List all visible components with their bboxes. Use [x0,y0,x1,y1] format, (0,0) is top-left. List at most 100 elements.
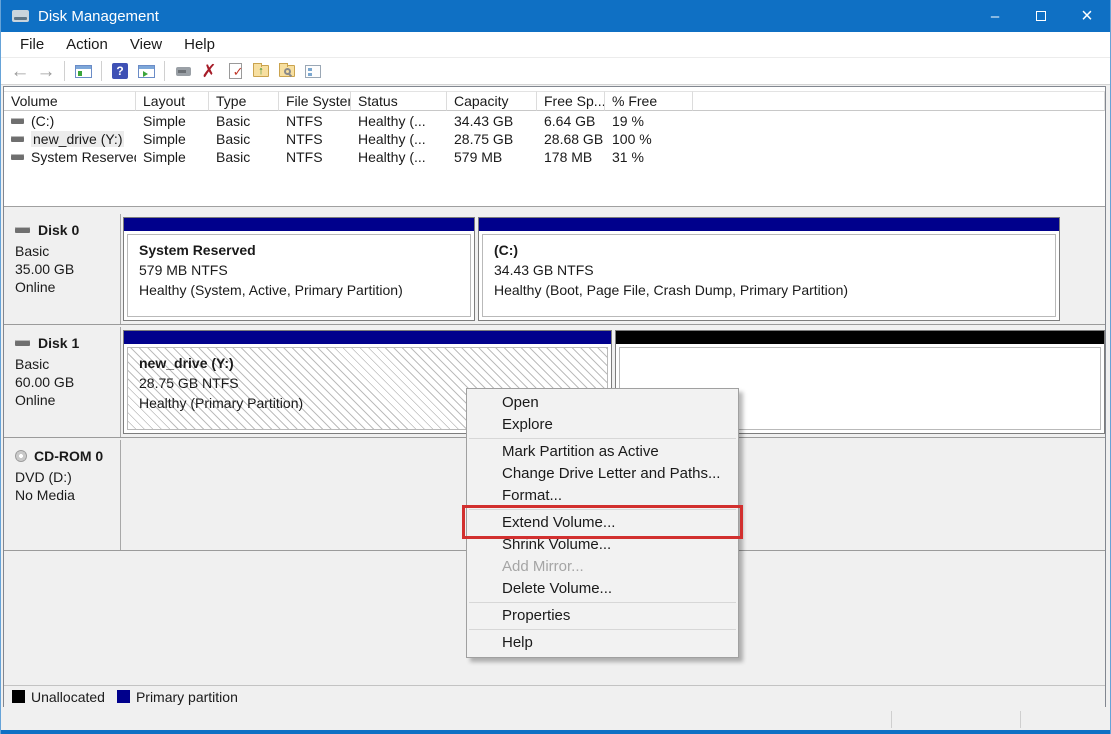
cell-status: Healthy (... [351,149,447,165]
window-title: Disk Management [38,8,159,25]
partition-c[interactable]: (C:) 34.43 GB NTFS Healthy (Boot, Page F… [478,217,1060,321]
status-bar [1,709,1110,730]
disk-drive-icon [15,227,30,233]
disk0-row: Disk 0 Basic 35.00 GB Online System Rese… [4,213,1105,325]
delete-volume-icon[interactable]: ✗ [198,61,220,81]
cell-pct-free: 19 % [605,113,693,129]
partition-size: 579 MB NTFS [139,260,470,280]
device-icon[interactable] [172,61,194,81]
volume-drive-icon [11,154,24,160]
disk-status: Online [15,278,120,296]
disk0-label[interactable]: Disk 0 Basic 35.00 GB Online [5,214,121,324]
properties-list-icon[interactable] [302,61,324,81]
menu-item-properties[interactable]: Properties [467,605,738,627]
cell-status: Healthy (... [351,113,447,129]
back-icon[interactable]: ← [9,61,31,81]
menu-separator [469,602,736,603]
close-icon: × [1081,6,1093,26]
column-header-volume[interactable]: Volume [4,91,136,111]
primary-partition-legend-icon [117,690,130,703]
disk-type: Basic [15,242,120,260]
disk-name: Disk 0 [38,221,79,239]
column-header-free-space[interactable]: Free Sp... [537,91,605,111]
open-folder-icon[interactable]: ↑ [250,61,272,81]
menu-item-mark-partition-active[interactable]: Mark Partition as Active [467,441,738,463]
title-bar: Disk Management – × [1,0,1110,32]
maximize-icon [1036,11,1046,21]
menu-item-add-mirror: Add Mirror... [467,556,738,578]
disk-drive-icon [15,340,30,346]
disk-status: No Media [15,486,120,504]
maximize-button[interactable] [1018,0,1064,32]
column-header-layout[interactable]: Layout [136,91,209,111]
cell-capacity: 34.43 GB [447,113,537,129]
volume-name: (C:) [31,113,54,129]
mark-active-icon[interactable]: ✓ [224,61,246,81]
table-row-new-drive[interactable]: new_drive (Y:) Simple Basic NTFS Healthy… [4,130,1105,148]
disk-name: CD-ROM 0 [34,447,103,465]
action-pane-icon[interactable] [135,61,157,81]
menu-item-format[interactable]: Format... [467,485,738,507]
cdrom-label[interactable]: CD-ROM 0 DVD (D:) No Media [5,440,121,550]
primary-partition-bar [124,331,611,344]
partition-status: Healthy (System, Active, Primary Partiti… [139,280,470,300]
cell-pct-free: 100 % [605,131,693,147]
partition-system-reserved[interactable]: System Reserved 579 MB NTFS Healthy (Sys… [123,217,475,321]
toolbar-separator [64,61,65,81]
column-header-status[interactable]: Status [351,91,447,111]
menu-view[interactable]: View [119,34,173,55]
menu-action[interactable]: Action [55,34,119,55]
disk-management-window: Disk Management – × File Action View Hel… [0,0,1111,734]
table-row-system-reserved[interactable]: System Reserved Simple Basic NTFS Health… [4,148,1105,166]
cell-capacity: 28.75 GB [447,131,537,147]
unallocated-bar [616,331,1104,344]
volume-drive-icon [11,118,24,124]
column-header-capacity[interactable]: Capacity [447,91,537,111]
close-button[interactable]: × [1064,0,1110,32]
menu-item-delete-volume[interactable]: Delete Volume... [467,578,738,600]
cell-free: 178 MB [537,149,605,165]
menu-file[interactable]: File [9,34,55,55]
extend-volume-highlight-box [462,505,743,539]
menu-item-help[interactable]: Help [467,632,738,654]
partition-label: (C:) [494,240,1055,260]
menu-item-change-drive-letter[interactable]: Change Drive Letter and Paths... [467,463,738,485]
menu-help[interactable]: Help [173,34,226,55]
help-icon[interactable]: ? [109,61,131,81]
toolbar-separator [101,61,102,81]
menu-separator [469,438,736,439]
disk1-label[interactable]: Disk 1 Basic 60.00 GB Online [5,327,121,437]
cell-free: 6.64 GB [537,113,605,129]
column-header-type[interactable]: Type [209,91,279,111]
cell-layout: Simple [136,113,209,129]
explore-folder-icon[interactable] [276,61,298,81]
volume-name: new_drive (Y:) [31,131,124,147]
cell-layout: Simple [136,149,209,165]
disk-name: Disk 1 [38,334,79,352]
toolbar-separator [164,61,165,81]
cell-fs: NTFS [279,131,351,147]
column-header-file-system[interactable]: File System [279,91,351,111]
partition-label: new_drive (Y:) [139,353,607,373]
forward-icon[interactable]: → [35,61,57,81]
column-header-pct-free[interactable]: % Free [605,91,693,111]
cell-fs: NTFS [279,149,351,165]
cell-status: Healthy (... [351,131,447,147]
disk-type: DVD (D:) [15,468,120,486]
minimize-icon: – [991,8,999,25]
minimize-button[interactable]: – [972,0,1018,32]
legend-primary-label: Primary partition [136,689,238,705]
menu-item-open[interactable]: Open [467,392,738,414]
menu-item-explore[interactable]: Explore [467,414,738,436]
disk-type: Basic [15,355,120,373]
primary-partition-bar [124,218,474,231]
menu-bar: File Action View Help [1,32,1110,57]
volume-name: System Reserved [31,149,136,165]
table-row-c[interactable]: (C:) Simple Basic NTFS Healthy (... 34.4… [4,112,1105,130]
disk-size: 60.00 GB [15,373,120,391]
cell-pct-free: 31 % [605,149,693,165]
console-tree-icon[interactable] [72,61,94,81]
primary-partition-bar [479,218,1059,231]
disk-size: 35.00 GB [15,260,120,278]
app-disk-icon [12,10,29,22]
